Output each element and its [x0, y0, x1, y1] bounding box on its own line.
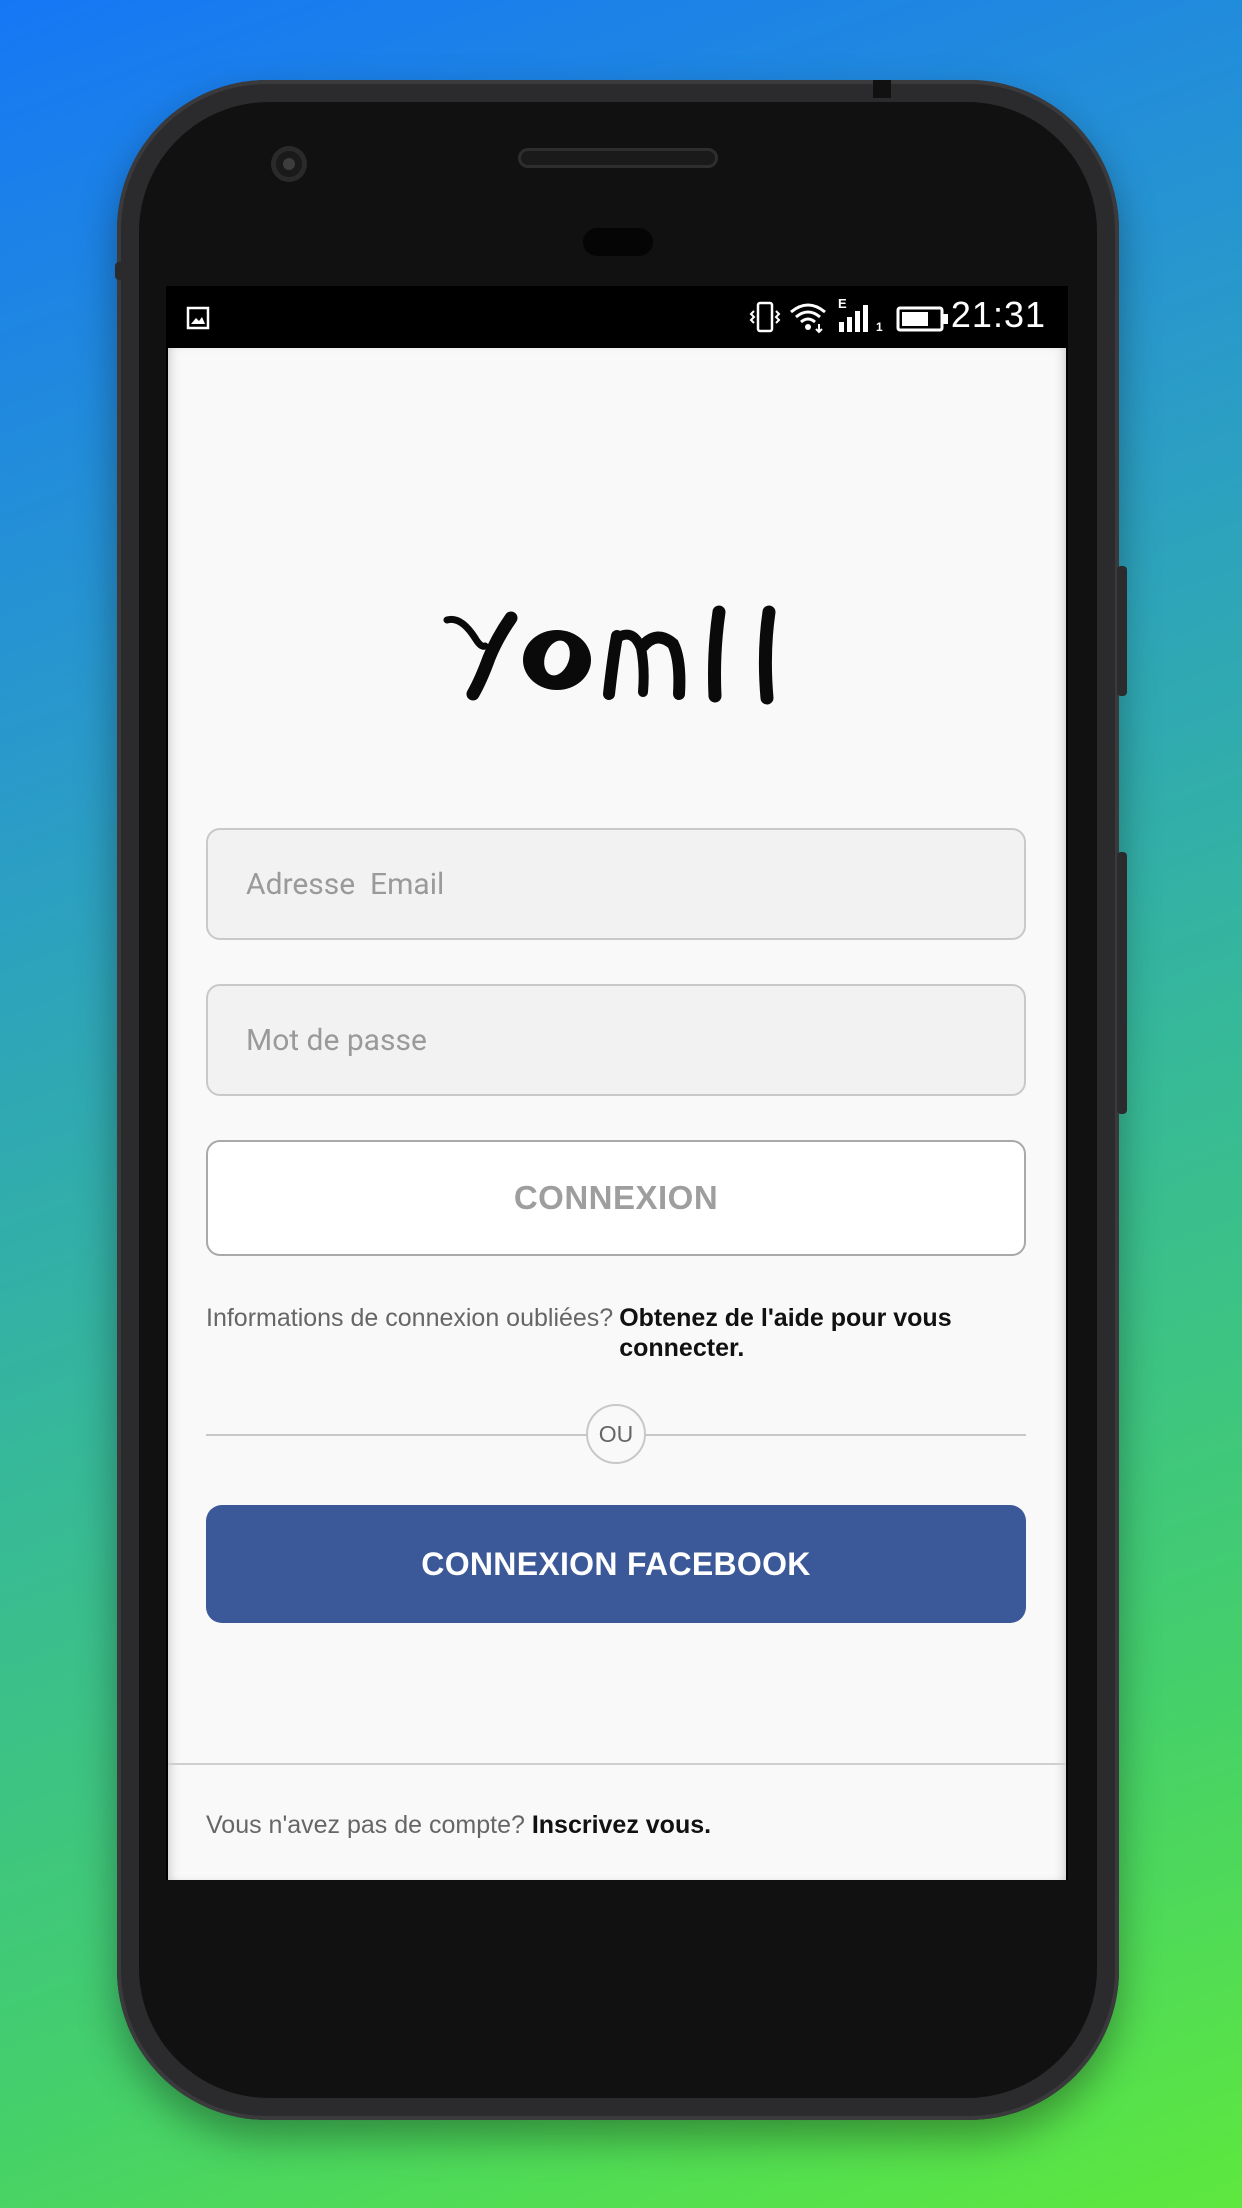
login-button[interactable]: CONNEXION [206, 1140, 1026, 1256]
proximity-sensor [583, 228, 653, 256]
power-button [1117, 566, 1127, 696]
password-input[interactable] [244, 1021, 1024, 1059]
status-bar: E 1 21:31 [166, 286, 1068, 348]
email-input[interactable] [244, 865, 1024, 903]
app-logo [168, 598, 1066, 713]
earpiece-speaker [518, 148, 718, 168]
signal-icon [839, 305, 868, 332]
wifi-icon [790, 303, 826, 334]
signup-question: Vous n'avez pas de compte? [206, 1811, 532, 1839]
image-icon [186, 306, 210, 330]
front-camera-icon [271, 146, 307, 182]
sim-slot-label: 1 [876, 320, 883, 334]
vibrate-icon [749, 301, 781, 333]
volume-button [1117, 852, 1127, 1114]
phone-screen: E 1 21:31 Adresse Email CONNEXION Inform… [166, 286, 1068, 1880]
top-antenna-line [873, 80, 891, 98]
password-field[interactable] [206, 984, 1026, 1096]
get-help-link[interactable]: Obtenez de l'aide pour vous connecter. [619, 1303, 979, 1363]
or-divider-label: OU [586, 1404, 646, 1464]
footer-divider [168, 1763, 1066, 1765]
signup-row: Vous n'avez pas de compte? Inscrivez vou… [206, 1811, 711, 1840]
battery-icon [896, 306, 948, 332]
login-screen: CONNEXION Informations de connexion oubl… [168, 348, 1066, 1880]
signup-link[interactable]: Inscrivez vous. [532, 1811, 711, 1839]
status-time: 21:31 [950, 294, 1046, 335]
forgot-credentials-row: Informations de connexion oubliées? Obte… [206, 1303, 1046, 1363]
forgot-question: Informations de connexion oubliées? [206, 1304, 614, 1332]
email-field[interactable] [206, 828, 1026, 940]
yomii-logo-icon [443, 605, 776, 705]
left-side-button [115, 262, 125, 280]
facebook-login-button[interactable]: CONNEXION FACEBOOK [206, 1505, 1026, 1623]
